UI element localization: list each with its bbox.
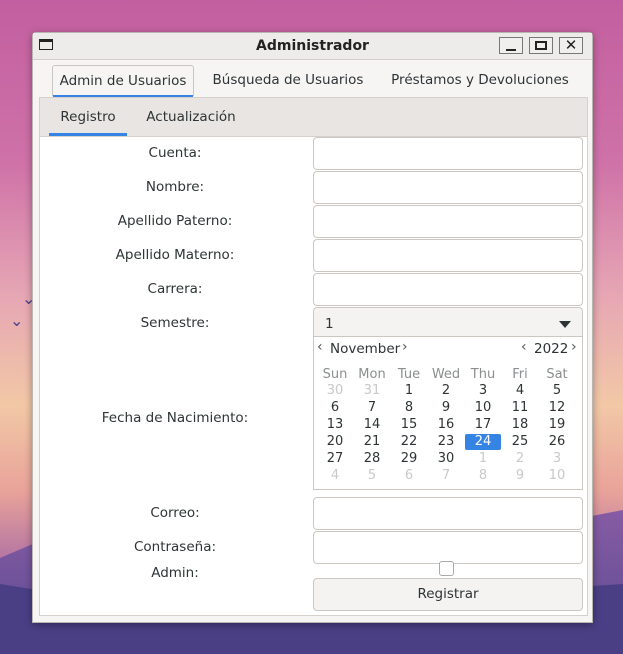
calendar-day[interactable]: 30: [428, 451, 464, 467]
calendar-day[interactable]: 9: [502, 468, 538, 484]
next-year-icon[interactable]: ›: [571, 339, 577, 355]
calendar-day[interactable]: 1: [391, 383, 427, 399]
calendar-day[interactable]: 8: [465, 468, 501, 484]
correo-label: Correo:: [150, 505, 200, 521]
calendar-day[interactable]: 29: [391, 451, 427, 467]
calendar-day[interactable]: 8: [391, 400, 427, 416]
calendar-day[interactable]: 6: [391, 468, 427, 484]
apellido-materno-label: Apellido Materno:: [115, 247, 235, 263]
calendar-weekday: Tue: [397, 367, 421, 382]
calendar-day[interactable]: 20: [317, 434, 353, 450]
minimize-button[interactable]: [499, 37, 523, 54]
next-month-icon[interactable]: ›: [402, 339, 408, 355]
calendar-header: ‹ November › ‹ 2022 ›: [314, 337, 582, 361]
calendar-day[interactable]: 25: [502, 434, 538, 450]
calendar-day[interactable]: 26: [539, 434, 575, 450]
semestre-label: Semestre:: [140, 315, 210, 331]
nombre-label: Nombre:: [145, 179, 205, 195]
calendar-day[interactable]: 19: [539, 417, 575, 433]
tab-panel: Registro Actualización Cuenta: Nombre: A…: [39, 97, 588, 616]
apellido-paterno-label: Apellido Paterno:: [117, 213, 233, 229]
admin-label: Admin:: [151, 565, 199, 581]
calendar-day[interactable]: 1: [465, 451, 501, 467]
calendar-day[interactable]: 4: [317, 468, 353, 484]
apellido-paterno-input[interactable]: [313, 205, 583, 238]
calendar-day[interactable]: 13: [317, 417, 353, 433]
apellido-materno-input[interactable]: [313, 239, 583, 272]
calendar-day[interactable]: 4: [502, 383, 538, 399]
contrasena-label: Contraseña:: [133, 539, 217, 555]
birthdate-calendar[interactable]: ‹ November › ‹ 2022 › Sun Mon Tue Wed Thu Fri…: [313, 336, 583, 490]
calendar-day[interactable]: 23: [428, 434, 464, 450]
calendar-day[interactable]: 30: [317, 383, 353, 399]
fecha-nacimiento-label: Fecha de Nacimiento:: [101, 410, 249, 426]
title-bar[interactable]: Administrador ✕: [33, 33, 592, 60]
calendar-day[interactable]: 15: [391, 417, 427, 433]
calendar-weekday: Thu: [470, 367, 496, 382]
calendar-weekday: Sun: [322, 367, 348, 382]
chevron-down-icon: [559, 321, 571, 328]
close-icon: ✕: [564, 36, 578, 54]
calendar-weekday: Sat: [546, 367, 568, 382]
calendar-day[interactable]: 2: [502, 451, 538, 467]
calendar-day[interactable]: 3: [465, 383, 501, 399]
maximize-button[interactable]: [529, 37, 553, 54]
bird-icon: ⌄: [10, 311, 24, 330]
calendar-day[interactable]: 9: [428, 400, 464, 416]
cuenta-label: Cuenta:: [148, 145, 202, 161]
carrera-label: Carrera:: [147, 281, 203, 297]
prev-month-icon[interactable]: ‹: [317, 339, 323, 355]
calendar-day[interactable]: 5: [354, 468, 390, 484]
correo-input[interactable]: [313, 497, 583, 530]
carrera-input[interactable]: [313, 273, 583, 306]
calendar-day[interactable]: 28: [354, 451, 390, 467]
calendar-day[interactable]: 7: [354, 400, 390, 416]
tab-admin-usuarios[interactable]: Admin de Usuarios: [52, 65, 194, 98]
semestre-value: 1: [325, 316, 334, 332]
calendar-day[interactable]: 31: [354, 383, 390, 399]
app-window: Administrador ✕ Admin de Usuarios Búsque…: [32, 32, 593, 623]
calendar-day[interactable]: 10: [539, 468, 575, 484]
calendar-day[interactable]: 14: [354, 417, 390, 433]
calendar-day[interactable]: 18: [502, 417, 538, 433]
sub-tab-bar: Registro Actualización: [40, 98, 587, 137]
tab-prestamos-devoluciones[interactable]: Préstamos y Devoluciones: [389, 65, 571, 95]
calendar-day[interactable]: 17: [465, 417, 501, 433]
minimize-icon: [506, 48, 516, 51]
registrar-button[interactable]: Registrar: [313, 578, 583, 611]
calendar-weekday: Wed: [431, 367, 461, 382]
calendar-day[interactable]: 10: [465, 400, 501, 416]
tab-actualizacion[interactable]: Actualización: [139, 98, 243, 136]
maximize-icon: [535, 41, 547, 50]
calendar-weekday: Mon: [358, 367, 386, 382]
close-button[interactable]: ✕: [559, 37, 583, 54]
nombre-input[interactable]: [313, 171, 583, 204]
calendar-day[interactable]: 22: [391, 434, 427, 450]
main-tab-bar: Admin de Usuarios Búsqueda de Usuarios P…: [41, 63, 586, 98]
calendar-day[interactable]: 7: [428, 468, 464, 484]
calendar-day[interactable]: 5: [539, 383, 575, 399]
calendar-day[interactable]: 27: [317, 451, 353, 467]
calendar-month: November: [330, 341, 401, 357]
calendar-day[interactable]: 16: [428, 417, 464, 433]
prev-year-icon[interactable]: ‹: [521, 339, 527, 355]
calendar-day[interactable]: 24: [465, 434, 501, 450]
calendar-year: 2022: [534, 341, 569, 357]
calendar-day[interactable]: 21: [354, 434, 390, 450]
tab-registro[interactable]: Registro: [49, 98, 127, 136]
calendar-day[interactable]: 6: [317, 400, 353, 416]
contrasena-input[interactable]: [313, 531, 583, 564]
cuenta-input[interactable]: [313, 137, 583, 170]
calendar-weekday: Fri: [512, 367, 528, 382]
calendar-day[interactable]: 11: [502, 400, 538, 416]
calendar-day[interactable]: 2: [428, 383, 464, 399]
calendar-day[interactable]: 12: [539, 400, 575, 416]
calendar-day[interactable]: 3: [539, 451, 575, 467]
admin-checkbox[interactable]: [439, 561, 454, 576]
tab-busqueda-usuarios[interactable]: Búsqueda de Usuarios: [208, 65, 368, 95]
